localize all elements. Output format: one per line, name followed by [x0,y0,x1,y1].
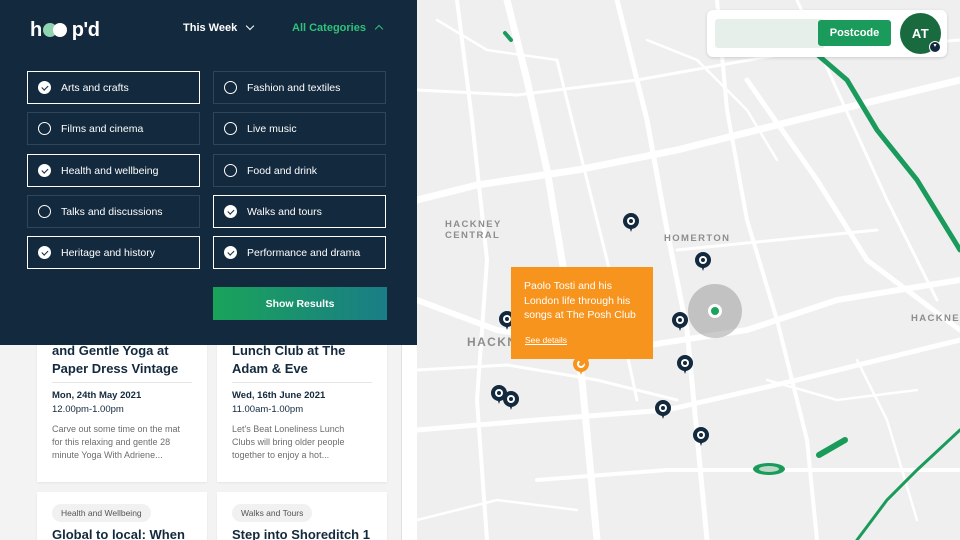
see-details-link[interactable]: See details [525,335,567,345]
category-option-label: Heritage and history [61,246,155,259]
event-description-line: for this relaxing and gentle 28 [52,437,171,447]
event-title-line: Global to local: When [52,527,185,540]
logo-prefix: h [30,18,42,41]
event-date: Mon, 24th May 2021 [52,390,142,401]
check-circle-icon [38,81,51,94]
category-option-label: Arts and crafts [61,81,129,94]
map-streets [417,0,960,540]
category-dropdown[interactable]: All Categories [292,22,384,34]
category-option-label: Talks and discussions [61,205,163,218]
empty-circle-icon [224,164,237,177]
map-label: HOMERTON [664,233,731,244]
category-option-talks[interactable]: Talks and discussions [27,195,200,228]
logo-mark-icon [42,23,71,37]
category-option-arts[interactable]: Arts and crafts [27,71,200,104]
chevron-down-icon [245,21,255,31]
event-card[interactable]: Lunch Club at The Adam & Eve Wed, 16th J… [217,330,387,482]
event-title-line: Paper Dress Vintage [52,361,179,376]
map[interactable]: HACKNEY CENTRAL HOMERTON HACKNEY HACKN [417,0,960,540]
event-title-line: Adam & Eve [232,361,308,376]
postcode-search: Postcode AT ▾ [707,10,947,57]
event-card[interactable]: and Gentle Yoga at Paper Dress Vintage M… [37,330,207,482]
event-card[interactable]: Walks and Tours Step into Shoreditch 1 [217,492,387,540]
event-description-line: Clubs will bring older people [232,437,345,447]
category-option-label: Performance and drama [247,246,361,259]
category-option-walks[interactable]: Walks and tours [213,195,386,228]
event-time: 11.00am-1.00pm [232,404,304,415]
hooped-logo[interactable]: h p'd [30,18,100,42]
category-option-fashion[interactable]: Fashion and textiles [213,71,386,104]
divider [232,382,372,383]
show-results-button[interactable]: Show Results [213,287,387,320]
category-option-performance[interactable]: Performance and drama [213,236,386,269]
map-pin-icon[interactable] [677,355,693,375]
category-option-label: Health and wellbeing [61,164,159,177]
filter-panel: h p'd This Week All Categories Arts and … [0,0,417,345]
category-option-label: Fashion and textiles [247,81,341,94]
category-option-label: Walks and tours [247,205,322,218]
event-popup[interactable]: Paolo Tosti and his London life through … [511,267,653,365]
map-pin-icon[interactable] [672,312,688,332]
map-label: CENTRAL [445,230,501,241]
category-option-live-music[interactable]: Live music [213,112,386,145]
event-card[interactable]: Health and Wellbeing Global to local: Wh… [37,492,207,540]
chevron-up-icon [374,24,384,34]
postcode-button[interactable]: Postcode [818,20,891,46]
map-label: HACKN [467,335,518,349]
popup-title-line: Paolo Tosti and his [524,280,612,292]
check-circle-icon [224,246,237,259]
week-dropdown[interactable]: This Week [183,21,255,34]
logo-suffix: p'd [71,18,100,41]
category-dropdown-label: All Categories [292,22,366,34]
category-option-label: Films and cinema [61,122,144,135]
event-description-line: Let's Beat Loneliness Lunch [232,424,345,434]
category-option-heritage[interactable]: Heritage and history [27,236,200,269]
popup-title-line: London life through his [524,294,631,307]
category-option-food[interactable]: Food and drink [213,154,386,187]
event-description-line: Carve out some time on the mat [52,424,181,434]
divider [52,382,192,383]
empty-circle-icon [38,122,51,135]
map-pin-icon[interactable] [503,391,519,411]
event-time: 12.00pm-1.00pm [52,404,124,415]
event-date: Wed, 16th June 2021 [232,390,326,401]
check-circle-icon [38,246,51,259]
category-tag: Walks and Tours [232,504,313,522]
map-pin-icon[interactable] [693,427,709,447]
event-description-line: together to enjoy a hot... [232,450,330,460]
category-option-health[interactable]: Health and wellbeing [27,154,200,187]
category-option-films[interactable]: Films and cinema [27,112,200,145]
empty-circle-icon [224,122,237,135]
popup-title-line: songs at The Posh Club [524,309,636,321]
category-option-label: Live music [247,122,297,135]
empty-circle-icon [224,81,237,94]
map-label: HACKNEY [911,313,960,324]
category-option-label: Food and drink [247,164,318,177]
list-scrollbar[interactable] [401,345,417,540]
week-dropdown-label: This Week [183,22,238,34]
chevron-down-icon[interactable]: ▾ [929,41,941,53]
map-pin-icon[interactable] [655,400,671,420]
event-description-line: minute Yoga With Adriene... [52,450,163,460]
map-pin-icon[interactable] [623,213,639,233]
event-title-line: Step into Shoreditch 1 [232,527,370,540]
check-circle-icon [38,164,51,177]
category-tag: Health and Wellbeing [52,504,151,522]
current-location-icon [688,284,742,338]
map-pin-icon[interactable] [695,252,711,272]
empty-circle-icon [38,205,51,218]
check-circle-icon [224,205,237,218]
postcode-input[interactable] [715,19,825,48]
